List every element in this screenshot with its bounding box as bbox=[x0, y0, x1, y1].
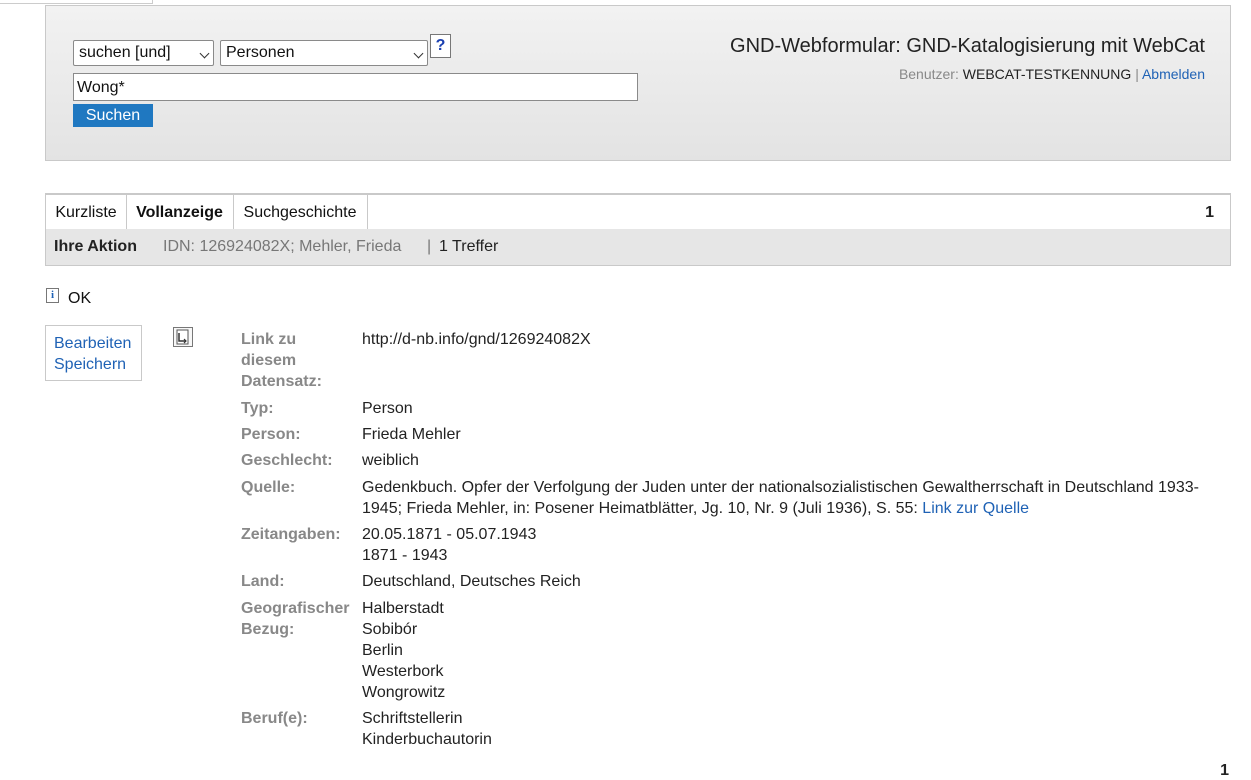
record-occupation-value: Schriftstellerin Kinderbuchautorin bbox=[362, 708, 1222, 750]
save-link[interactable]: Speichern bbox=[54, 354, 141, 375]
search-operator-value: suchen [und] bbox=[79, 44, 171, 61]
chevron-down-icon bbox=[413, 48, 424, 59]
user-info: Benutzer: WEBCAT-TESTKENNUNG | Abmelden bbox=[899, 66, 1205, 82]
record-person-value: Frieda Mehler bbox=[362, 426, 461, 443]
search-panel: suchen [und] Personen ? Wong* Suchen GND… bbox=[45, 5, 1231, 161]
record-type-label: Typ: bbox=[241, 400, 274, 417]
search-operator-select[interactable]: suchen [und] bbox=[73, 40, 214, 66]
record-country-label: Land: bbox=[241, 573, 285, 590]
record-geo-label: Geografischer Bezug: bbox=[241, 598, 359, 640]
geo-place: Westerbork bbox=[362, 663, 444, 680]
record-occupation-label: Beruf(e): bbox=[241, 710, 308, 727]
record-source-label: Quelle: bbox=[241, 479, 296, 496]
user-prefix: Benutzer: bbox=[898, 66, 959, 82]
record-geo-value: Halberstadt Sobibór Berlin Westerbork Wo… bbox=[362, 598, 1222, 703]
record-dates-label: Zeitangaben: bbox=[241, 526, 341, 543]
edit-link[interactable]: Bearbeiten bbox=[54, 333, 141, 354]
action-label: Ihre Aktion bbox=[54, 238, 137, 255]
record-gender-value: weiblich bbox=[362, 452, 419, 469]
chevron-down-icon bbox=[199, 48, 210, 59]
year-range: 1871 - 1943 bbox=[362, 547, 448, 564]
geo-place: Berlin bbox=[362, 642, 403, 659]
action-idn: IDN: 126924082X; Mehler, Frieda bbox=[163, 238, 402, 255]
record-link-value[interactable]: http://d-nb.info/gnd/126924082X bbox=[362, 329, 1222, 350]
geo-place: Wongrowitz bbox=[362, 684, 446, 701]
date-range: 20.05.1871 - 05.07.1943 bbox=[362, 526, 537, 543]
search-index-value: Personen bbox=[226, 44, 295, 61]
geo-label-line: Bezug: bbox=[241, 621, 295, 638]
search-input[interactable]: Wong* bbox=[73, 73, 638, 101]
geo-place: Halberstadt bbox=[362, 600, 444, 617]
action-separator: | bbox=[427, 238, 432, 255]
tab-vollanzeige[interactable]: Vollanzeige bbox=[126, 195, 234, 230]
record-person-label: Person: bbox=[241, 426, 301, 443]
bottom-page-number: 1 bbox=[1220, 762, 1229, 779]
view-tabs: Kurzliste Vollanzeige Suchgeschichte 1 bbox=[45, 193, 1231, 231]
window-edge bbox=[0, 0, 153, 4]
occupation-item: Schriftstellerin bbox=[362, 710, 463, 727]
record-dates-value: 20.05.1871 - 05.07.1943 1871 - 1943 bbox=[362, 524, 1222, 566]
source-link[interactable]: Link zur Quelle bbox=[922, 500, 1029, 517]
info-icon: i bbox=[46, 288, 59, 303]
logout-link[interactable]: Abmelden bbox=[1142, 66, 1205, 82]
record-link-label: Link zu diesem Datensatz: bbox=[241, 331, 322, 390]
user-separator: | bbox=[1135, 66, 1139, 82]
record-country-value: Deutschland, Deutsches Reich bbox=[362, 573, 581, 590]
search-button[interactable]: Suchen bbox=[73, 104, 153, 127]
status-message: OK bbox=[68, 290, 92, 307]
geo-label-line: Geografischer bbox=[241, 600, 350, 617]
help-button[interactable]: ? bbox=[430, 34, 451, 58]
record-source-text: Gedenkbuch. Opfer der Verfolgung der Jud… bbox=[362, 479, 1199, 517]
geo-place: Sobibór bbox=[362, 621, 418, 638]
record-actions: Bearbeiten Speichern bbox=[45, 325, 142, 381]
tab-kurzliste[interactable]: Kurzliste bbox=[46, 195, 127, 230]
search-index-select[interactable]: Personen bbox=[220, 40, 428, 66]
document-icon[interactable] bbox=[173, 327, 193, 347]
page-number: 1 bbox=[1205, 204, 1214, 221]
hit-count: 1 Treffer bbox=[439, 238, 499, 255]
action-bar: Ihre Aktion IDN: 126924082X; Mehler, Fri… bbox=[45, 229, 1231, 266]
occupation-item: Kinderbuchautorin bbox=[362, 731, 492, 748]
user-name: WEBCAT-TESTKENNUNG bbox=[962, 66, 1132, 82]
record-type-value: Person bbox=[362, 400, 413, 417]
app-title: GND-Webformular: GND-Katalogisierung mit… bbox=[730, 35, 1205, 57]
record-source-value: Gedenkbuch. Opfer der Verfolgung der Jud… bbox=[362, 477, 1222, 519]
tab-suchgeschichte[interactable]: Suchgeschichte bbox=[233, 195, 368, 230]
record-gender-label: Geschlecht: bbox=[241, 452, 333, 469]
